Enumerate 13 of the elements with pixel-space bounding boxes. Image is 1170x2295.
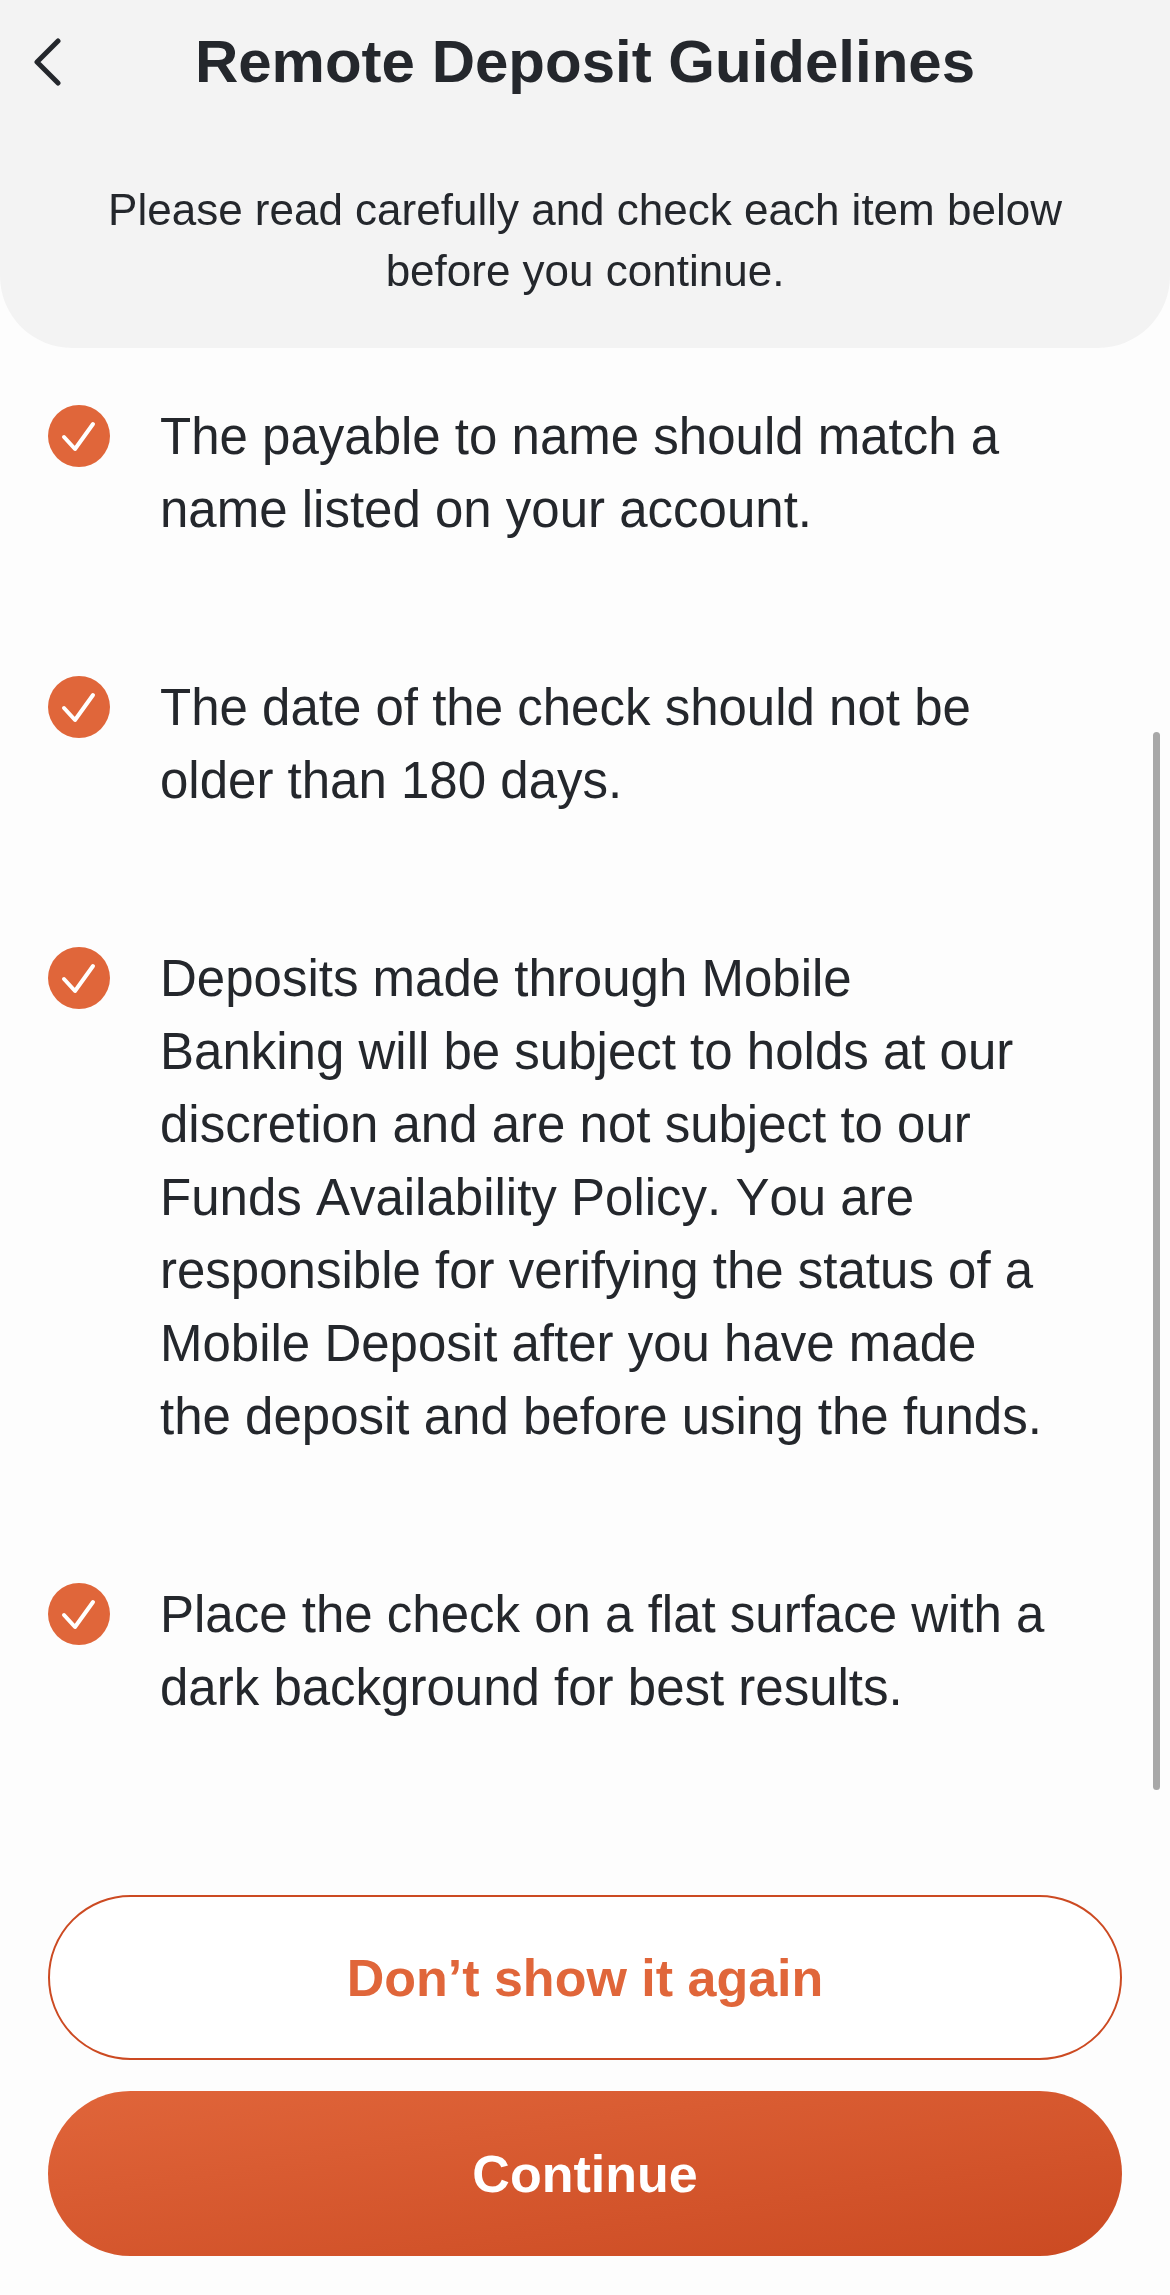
checked-circle-icon[interactable] — [48, 947, 110, 1009]
dont-show-again-button[interactable]: Don’t show it again — [48, 1895, 1122, 2060]
guideline-text: The payable to name should match a name listed on your account. — [160, 407, 1001, 540]
guideline-text: The date of the check should not be older than 180 days. — [160, 678, 972, 811]
instructions-text: Please read carefully and check each item below before you continue. — [107, 184, 1063, 297]
continue-button[interactable]: Continue — [48, 2091, 1122, 2256]
guideline-text: Deposits made through Mobile Banking will be subject to holds at our discretion and are not subject to our Funds Availability Policy. You are responsible for verifying the status of a Mobile Deposit after you have made the deposit and before using the funds. — [160, 949, 1043, 1447]
checked-circle-icon[interactable] — [48, 676, 110, 738]
guideline-text: Place the check on a flat surface with a dark background for best results. — [160, 1585, 1046, 1718]
checked-circle-icon[interactable] — [48, 405, 110, 467]
back-chevron-icon — [33, 38, 61, 86]
screen-title: Remote Deposit Guidelines — [194, 27, 976, 97]
checked-circle-icon[interactable] — [48, 1583, 110, 1645]
